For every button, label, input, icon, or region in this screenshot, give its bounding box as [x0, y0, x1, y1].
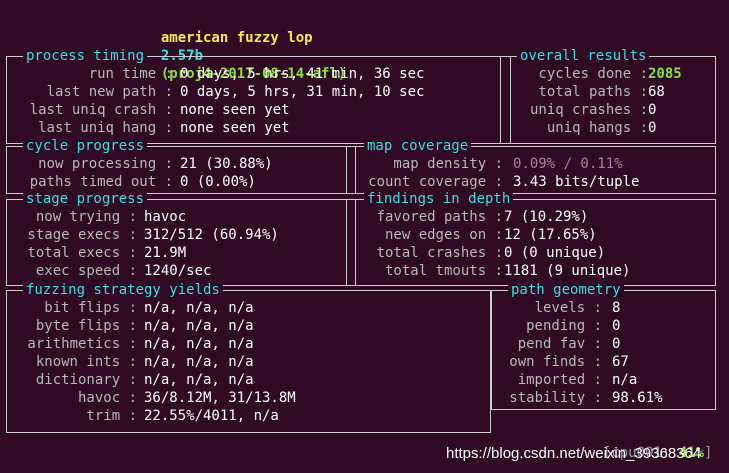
- stat-row: run time :: [88, 66, 173, 82]
- stat-row: count coverage :: [368, 174, 503, 190]
- stat-value: havoc: [144, 209, 187, 225]
- cycles-done-value: 2085: [648, 66, 682, 82]
- stat-row: pend fav :: [517, 336, 602, 352]
- section-title-fuzzing-yields: fuzzing strategy yields: [23, 281, 223, 299]
- stat-row: imported :: [517, 372, 602, 388]
- stat-row: arithmetics :: [27, 336, 137, 352]
- stat-row: stage execs :: [27, 227, 137, 243]
- stat-row: cycles done :: [538, 66, 648, 82]
- stat-row: pending :: [526, 318, 602, 334]
- stat-row: last new path :: [46, 84, 173, 100]
- stat-value: none seen yet: [180, 102, 290, 118]
- stat-row: now processing :: [38, 156, 173, 172]
- stat-value: 0 (0 unique): [504, 245, 606, 261]
- stat-value: n/a, n/a, n/a: [144, 336, 254, 352]
- stat-value: 21.9M: [144, 245, 187, 261]
- stat-value: 98.61%: [612, 390, 663, 406]
- stat-row: total paths :: [538, 84, 648, 100]
- stat-value: 0: [612, 318, 621, 334]
- stat-row: uniq crashes :: [529, 102, 648, 118]
- stat-value: n/a, n/a, n/a: [144, 300, 254, 316]
- stat-value: 68: [648, 84, 665, 100]
- stat-row: own finds :: [509, 354, 602, 370]
- stat-row: map density :: [393, 156, 503, 172]
- stat-value: 0 days, 5 hrs, 41 min, 36 sec: [180, 66, 425, 82]
- stat-value: 67: [612, 354, 629, 370]
- stat-value: 0: [648, 102, 657, 118]
- stat-row: paths timed out :: [29, 174, 173, 190]
- stat-value: 3.43 bits/tuple: [513, 174, 640, 190]
- section-title-path-geometry: path geometry: [508, 281, 624, 299]
- stat-row: known ints :: [35, 354, 137, 370]
- stat-value: 7 (10.29%): [504, 209, 589, 225]
- stat-value: n/a, n/a, n/a: [144, 372, 254, 388]
- stat-row: favored paths :: [376, 209, 503, 225]
- stat-row: bit flips :: [44, 300, 137, 316]
- stat-value: 1181 (9 unique): [504, 263, 631, 279]
- stat-value: n/a: [612, 372, 638, 388]
- stat-value: n/a, n/a, n/a: [144, 318, 254, 334]
- stat-row: total tmouts :: [384, 263, 503, 279]
- stat-row: levels :: [534, 300, 602, 316]
- section-title-process-timing: process timing: [23, 47, 148, 65]
- map-density-value: 0.09% / 0.11%: [513, 156, 623, 172]
- stat-value: 22.55%/4011, n/a: [144, 408, 279, 424]
- stat-value: 0 (0.00%): [180, 174, 256, 190]
- app-name: american fuzzy lop: [160, 30, 313, 46]
- stat-value: 0: [648, 120, 657, 136]
- stat-row: last uniq hang :: [38, 120, 173, 136]
- stat-row: total execs :: [27, 245, 137, 261]
- section-title-map-coverage: map coverage: [364, 137, 472, 155]
- stat-value: 1240/sec: [144, 263, 212, 279]
- stat-row: new edges on :: [384, 227, 503, 243]
- stat-row: stability :: [509, 390, 602, 406]
- stat-value: 0 days, 5 hrs, 31 min, 10 sec: [180, 84, 425, 100]
- stat-value: 36/8.12M, 31/13.8M: [144, 390, 296, 406]
- stat-value: none seen yet: [180, 120, 290, 136]
- stat-row: now trying :: [35, 209, 137, 225]
- stat-value: 12 (17.65%): [504, 227, 597, 243]
- stat-value: 312/512 (60.94%): [144, 227, 279, 243]
- stat-row: havoc :: [77, 390, 137, 406]
- stat-row: last uniq crash :: [29, 102, 173, 118]
- section-title-overall-results: overall results: [517, 47, 650, 65]
- stat-row: trim :: [86, 408, 137, 424]
- stat-value: n/a, n/a, n/a: [144, 354, 254, 370]
- stat-value: 0: [612, 336, 621, 352]
- section-title-stage-progress: stage progress: [23, 190, 148, 208]
- stat-row: dictionary :: [35, 372, 137, 388]
- stat-row: total crashes :: [376, 245, 503, 261]
- stat-value: 21 (30.88%): [180, 156, 273, 172]
- section-title-findings: findings in depth: [364, 190, 514, 208]
- stat-row: byte flips :: [35, 318, 137, 334]
- stat-row: exec speed :: [35, 263, 137, 279]
- stat-row: uniq hangs :: [546, 120, 648, 136]
- stat-value: 8: [612, 300, 621, 316]
- watermark: https://blog.csdn.net/weixin_39368364: [446, 445, 702, 462]
- section-title-cycle-progress: cycle progress: [23, 137, 148, 155]
